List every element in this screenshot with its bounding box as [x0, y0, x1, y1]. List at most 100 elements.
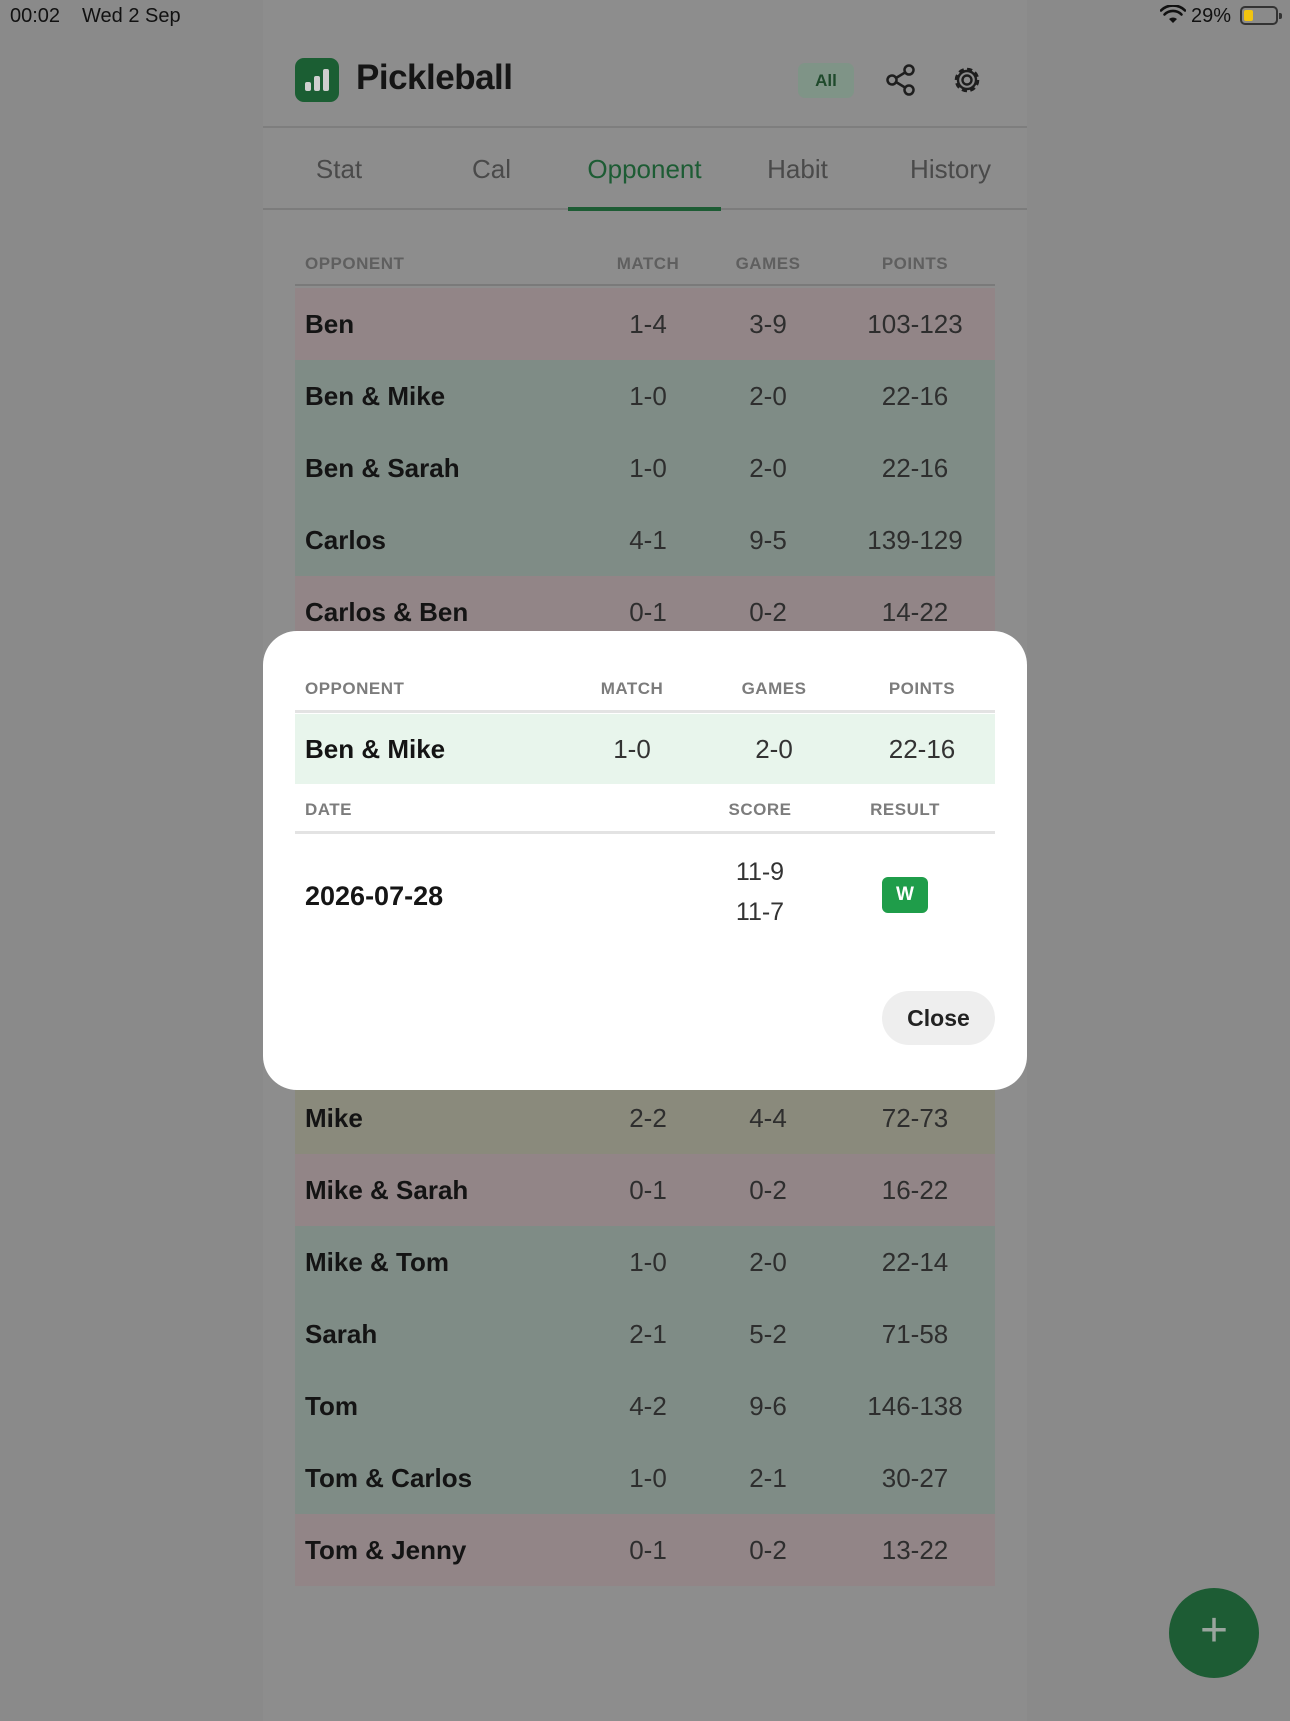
- filter-all-badge[interactable]: All: [798, 63, 854, 98]
- col-score: SCORE: [728, 800, 792, 819]
- games-record: 9-6: [749, 1391, 787, 1421]
- games-record: 9-5: [749, 525, 787, 555]
- wifi-icon: [1160, 5, 1186, 23]
- games-record: 4-4: [749, 1103, 787, 1133]
- match-entry-row[interactable]: 2026-07-28 11-9 11-7 W: [295, 837, 995, 957]
- opponent-name: Carlos: [305, 525, 386, 555]
- table-row[interactable]: Tom 4-2 9-6 146-138: [295, 1370, 995, 1442]
- opponent-name: Tom & Carlos: [305, 1463, 473, 1493]
- opponent-name: Ben: [305, 309, 355, 339]
- col-points: POINTS: [881, 254, 949, 273]
- modal-col-match: MATCH: [600, 679, 664, 698]
- games-record: 0-2: [749, 1175, 787, 1205]
- tab-bar: Stat Cal Opponent Habit History: [263, 130, 1027, 211]
- table-row[interactable]: Tom & Jenny 0-1 0-2 13-22: [295, 1514, 995, 1586]
- match-record: 1-4: [629, 309, 667, 339]
- points-record: 71-58: [881, 1319, 949, 1349]
- status-date: Wed 2 Sep: [82, 5, 181, 27]
- match-record: 0-1: [629, 1175, 667, 1205]
- match-list-header: DATE SCORE RESULT: [295, 784, 995, 834]
- games-record: 3-9: [749, 309, 787, 339]
- opponent-name: Mike: [305, 1103, 363, 1133]
- summary-games: 2-0: [755, 734, 793, 764]
- opponent-name: Mike & Sarah: [305, 1175, 469, 1205]
- summary-opponent: Ben & Mike: [305, 734, 446, 764]
- games-record: 2-0: [749, 1247, 787, 1277]
- col-result: RESULT: [870, 800, 940, 819]
- modal-col-points: POINTS: [888, 679, 956, 698]
- add-match-button[interactable]: +: [1169, 1588, 1259, 1678]
- match-record: 4-2: [629, 1391, 667, 1421]
- game-score-1: 11-9: [735, 858, 785, 886]
- summary-match: 1-0: [613, 734, 651, 764]
- opponent-name: Sarah: [305, 1319, 378, 1349]
- points-record: 72-73: [881, 1103, 949, 1133]
- table-row[interactable]: Carlos 4-1 9-5 139-129: [295, 504, 995, 576]
- tab-history[interactable]: History: [874, 130, 1027, 210]
- games-record: 2-0: [749, 453, 787, 483]
- tab-opponent[interactable]: Opponent: [568, 130, 721, 211]
- points-record: 16-22: [881, 1175, 949, 1205]
- table-row[interactable]: Sarah 2-1 5-2 71-58: [295, 1298, 995, 1370]
- match-record: 1-0: [629, 1247, 667, 1277]
- modal-col-opponent: OPPONENT: [305, 679, 405, 698]
- share-icon[interactable]: [883, 62, 919, 98]
- result-badge: W: [882, 877, 928, 913]
- opponent-name: Ben & Sarah: [305, 453, 460, 483]
- opponent-name: Tom & Jenny: [305, 1535, 467, 1565]
- status-time: 00:02: [10, 5, 61, 27]
- app-header: Pickleball All: [263, 0, 1027, 128]
- points-record: 22-16: [881, 453, 949, 483]
- points-record: 103-123: [867, 309, 963, 339]
- battery-icon: [1240, 6, 1282, 25]
- table-row[interactable]: Mike & Sarah 0-1 0-2 16-22: [295, 1154, 995, 1226]
- points-record: 22-14: [881, 1247, 949, 1277]
- modal-summary-row: Ben & Mike 1-0 2-0 22-16: [295, 714, 995, 784]
- col-match: MATCH: [616, 254, 680, 273]
- points-record: 30-27: [881, 1463, 949, 1493]
- close-button[interactable]: Close: [882, 991, 995, 1045]
- summary-points: 22-16: [888, 734, 956, 764]
- battery-percent: 29%: [1191, 5, 1232, 27]
- match-record: 2-1: [629, 1319, 667, 1349]
- table-header: OPPONENT MATCH GAMES POINTS: [295, 240, 995, 286]
- match-record: 1-0: [629, 453, 667, 483]
- games-record: 2-0: [749, 381, 787, 411]
- points-record: 22-16: [881, 381, 949, 411]
- tab-cal[interactable]: Cal: [415, 130, 568, 210]
- points-record: 139-129: [867, 525, 963, 555]
- table-row[interactable]: Ben 1-4 3-9 103-123: [295, 288, 995, 360]
- points-record: 146-138: [867, 1391, 963, 1421]
- bar-chart-logo-icon: [295, 58, 339, 102]
- tab-habit[interactable]: Habit: [721, 130, 874, 210]
- games-record: 5-2: [749, 1319, 787, 1349]
- table-row[interactable]: Ben & Mike 1-0 2-0 22-16: [295, 360, 995, 432]
- col-opponent: OPPONENT: [305, 254, 405, 273]
- match-record: 4-1: [629, 525, 667, 555]
- games-record: 2-1: [749, 1463, 787, 1493]
- points-record: 13-22: [881, 1535, 949, 1565]
- col-date: DATE: [305, 800, 353, 819]
- app-title: Pickleball: [356, 58, 513, 97]
- table-row[interactable]: Ben & Sarah 1-0 2-0 22-16: [295, 432, 995, 504]
- table-row[interactable]: Tom & Carlos 1-0 2-1 30-27: [295, 1442, 995, 1514]
- table-row[interactable]: Mike & Tom 1-0 2-0 22-14: [295, 1226, 995, 1298]
- match-record: 2-2: [629, 1103, 667, 1133]
- modal-table-header: OPPONENT MATCH GAMES POINTS: [295, 671, 995, 713]
- gear-icon[interactable]: [949, 62, 985, 98]
- tab-stat[interactable]: Stat: [263, 130, 415, 210]
- opponent-name: Mike & Tom: [305, 1247, 449, 1277]
- modal-col-games: GAMES: [741, 679, 807, 698]
- battery-fill: [1244, 10, 1253, 21]
- opponent-detail-modal: OPPONENT MATCH GAMES POINTS Ben & Mike 1…: [263, 631, 1027, 1090]
- opponent-name: Tom: [305, 1391, 358, 1421]
- match-record: 1-0: [629, 1463, 667, 1493]
- table-row[interactable]: Mike 2-2 4-4 72-73: [295, 1082, 995, 1154]
- col-games: GAMES: [735, 254, 801, 273]
- games-record: 0-2: [749, 1535, 787, 1565]
- game-score-2: 11-7: [735, 898, 785, 926]
- match-date: 2026-07-28: [305, 881, 444, 911]
- match-record: 1-0: [629, 381, 667, 411]
- opponent-name: Ben & Mike: [305, 381, 446, 411]
- match-record: 0-1: [629, 1535, 667, 1565]
